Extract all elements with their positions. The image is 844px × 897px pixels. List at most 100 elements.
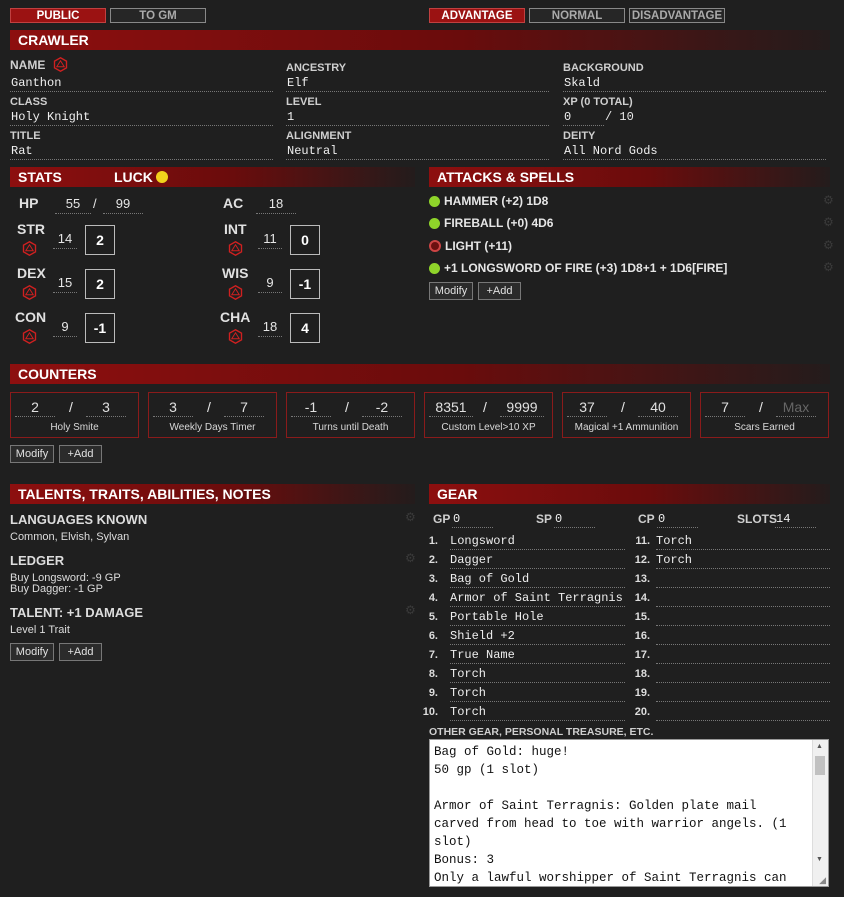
advantage-toggle[interactable]: ADVANTAGE	[429, 8, 525, 23]
ancestry-field[interactable]: Elf	[286, 75, 549, 92]
wis-score[interactable]: 9	[258, 274, 282, 293]
gear-slot-item[interactable]	[656, 609, 830, 626]
gear-slot-item[interactable]	[656, 590, 830, 607]
cha-score[interactable]: 18	[258, 318, 282, 337]
d20-icon[interactable]	[22, 329, 37, 344]
slots-field[interactable]: 14	[775, 511, 816, 528]
talents-add-button[interactable]: +Add	[59, 643, 102, 661]
d20-icon[interactable]	[22, 241, 37, 256]
gear-slot-item[interactable]	[656, 666, 830, 683]
textarea-scrollbar[interactable]: ▲ ▼	[812, 740, 828, 886]
counter-current[interactable]: -1	[291, 398, 331, 417]
counter-separator: /	[345, 399, 349, 415]
gear-slot-item[interactable]	[656, 685, 830, 702]
counter-max[interactable]: -2	[362, 398, 402, 417]
scroll-up-arrow-icon[interactable]: ▲	[816, 743, 823, 750]
gear-slot-item[interactable]: Torch	[656, 552, 830, 569]
attack-item[interactable]: +1 LONGSWORD OF FIRE (+3) 1D8+1 + 1D6[FI…	[429, 260, 727, 276]
counter-current[interactable]: 2	[15, 398, 55, 417]
deity-field[interactable]: All Nord Gods	[563, 143, 826, 160]
d20-icon[interactable]	[53, 57, 68, 72]
attacks-add-button[interactable]: +Add	[478, 282, 521, 300]
counters-modify-button[interactable]: Modify	[10, 445, 54, 463]
settings-gear-icon[interactable]: ⚙	[405, 604, 416, 616]
attacks-modify-button[interactable]: Modify	[429, 282, 473, 300]
scroll-thumb[interactable]	[815, 756, 825, 775]
background-field[interactable]: Skald	[563, 75, 826, 92]
d20-icon[interactable]	[22, 285, 37, 300]
to-gm-toggle[interactable]: TO GM	[110, 8, 206, 23]
inactive-dot-icon[interactable]	[429, 240, 441, 252]
gear-slot-item[interactable]: Bag of Gold	[450, 571, 625, 588]
con-score[interactable]: 9	[53, 318, 77, 337]
counter-max[interactable]: 9999	[500, 398, 544, 417]
level-field[interactable]: 1	[286, 109, 549, 126]
active-dot-icon[interactable]	[429, 196, 440, 207]
d20-icon[interactable]	[228, 285, 243, 300]
gear-slot-item[interactable]	[656, 571, 830, 588]
gear-slot-item[interactable]: Torch	[450, 666, 625, 683]
hp-current[interactable]: 55	[55, 195, 91, 214]
scroll-down-arrow-icon[interactable]: ▼	[816, 856, 823, 863]
gear-slot-item[interactable]	[656, 647, 830, 664]
counter-current[interactable]: 8351	[429, 398, 473, 417]
crawler-header: CRAWLER	[10, 30, 830, 50]
gear-slot-item[interactable]: Torch	[450, 685, 625, 702]
d20-icon[interactable]	[228, 329, 243, 344]
settings-gear-icon[interactable]: ⚙	[823, 239, 834, 251]
settings-gear-icon[interactable]: ⚙	[405, 511, 416, 523]
ac-value[interactable]: 18	[256, 195, 296, 214]
gear-slot-item[interactable]: Portable Hole	[450, 609, 625, 626]
luck-token-icon[interactable]	[156, 171, 168, 183]
title-field[interactable]: Rat	[10, 143, 273, 160]
counter-max[interactable]: 7	[224, 398, 264, 417]
normal-toggle[interactable]: NORMAL	[529, 8, 625, 23]
int-score[interactable]: 11	[258, 230, 282, 249]
alignment-field[interactable]: Neutral	[286, 143, 549, 160]
counter-max[interactable]: 40	[638, 398, 678, 417]
gear-slot-item[interactable]: Longsword	[450, 533, 625, 550]
dex-score[interactable]: 15	[53, 274, 77, 293]
resize-handle-icon[interactable]: ◢	[819, 876, 826, 885]
counter-current[interactable]: 3	[153, 398, 193, 417]
settings-gear-icon[interactable]: ⚙	[823, 194, 834, 206]
class-field[interactable]: Holy Knight	[10, 109, 273, 126]
public-toggle[interactable]: PUBLIC	[10, 8, 106, 23]
settings-gear-icon[interactable]: ⚙	[823, 261, 834, 273]
counter-max[interactable]: Max	[776, 398, 816, 417]
gear-slot-item[interactable]: True Name	[450, 647, 625, 664]
name-field[interactable]: Ganthon	[10, 75, 273, 92]
gear-slot-item[interactable]	[656, 704, 830, 721]
gear-slot-item[interactable]: Shield +2	[450, 628, 625, 645]
counter-current[interactable]: 7	[705, 398, 745, 417]
talent-title: LANGUAGES KNOWN	[10, 512, 148, 527]
gear-slot-item[interactable]	[656, 628, 830, 645]
attack-item[interactable]: LIGHT (+11)	[429, 238, 512, 254]
d20-icon[interactable]	[228, 241, 243, 256]
counter-max[interactable]: 3	[86, 398, 126, 417]
active-dot-icon[interactable]	[429, 218, 440, 229]
gear-slot-item[interactable]: Torch	[656, 533, 830, 550]
xp-field[interactable]: 0	[563, 109, 604, 126]
settings-gear-icon[interactable]: ⚙	[823, 216, 834, 228]
settings-gear-icon[interactable]: ⚙	[405, 552, 416, 564]
gear-slot-number: 9.	[428, 687, 438, 699]
sp-field[interactable]: 0	[554, 511, 595, 528]
cp-field[interactable]: 0	[657, 511, 698, 528]
gear-slot-number: 14.	[634, 592, 650, 604]
gear-slot-item[interactable]: Dagger	[450, 552, 625, 569]
counters-add-button[interactable]: +Add	[59, 445, 102, 463]
gp-field[interactable]: 0	[452, 511, 493, 528]
counter-current[interactable]: 37	[567, 398, 607, 417]
other-gear-textarea[interactable]: Bag of Gold: huge! 50 gp (1 slot) Armor …	[429, 739, 829, 887]
attack-item[interactable]: FIREBALL (+0) 4D6	[429, 215, 553, 231]
active-dot-icon[interactable]	[429, 263, 440, 274]
talents-modify-button[interactable]: Modify	[10, 643, 54, 661]
gear-slot-item[interactable]: Torch	[450, 704, 625, 721]
disadvantage-toggle[interactable]: DISADVANTAGE	[629, 8, 725, 23]
str-score[interactable]: 14	[53, 230, 77, 249]
hp-max[interactable]: 99	[103, 195, 143, 214]
gear-slot-item[interactable]: Armor of Saint Terragnis	[450, 590, 625, 607]
attack-item[interactable]: HAMMER (+2) 1D8	[429, 193, 548, 209]
gear-slot-number: 12.	[634, 554, 650, 566]
